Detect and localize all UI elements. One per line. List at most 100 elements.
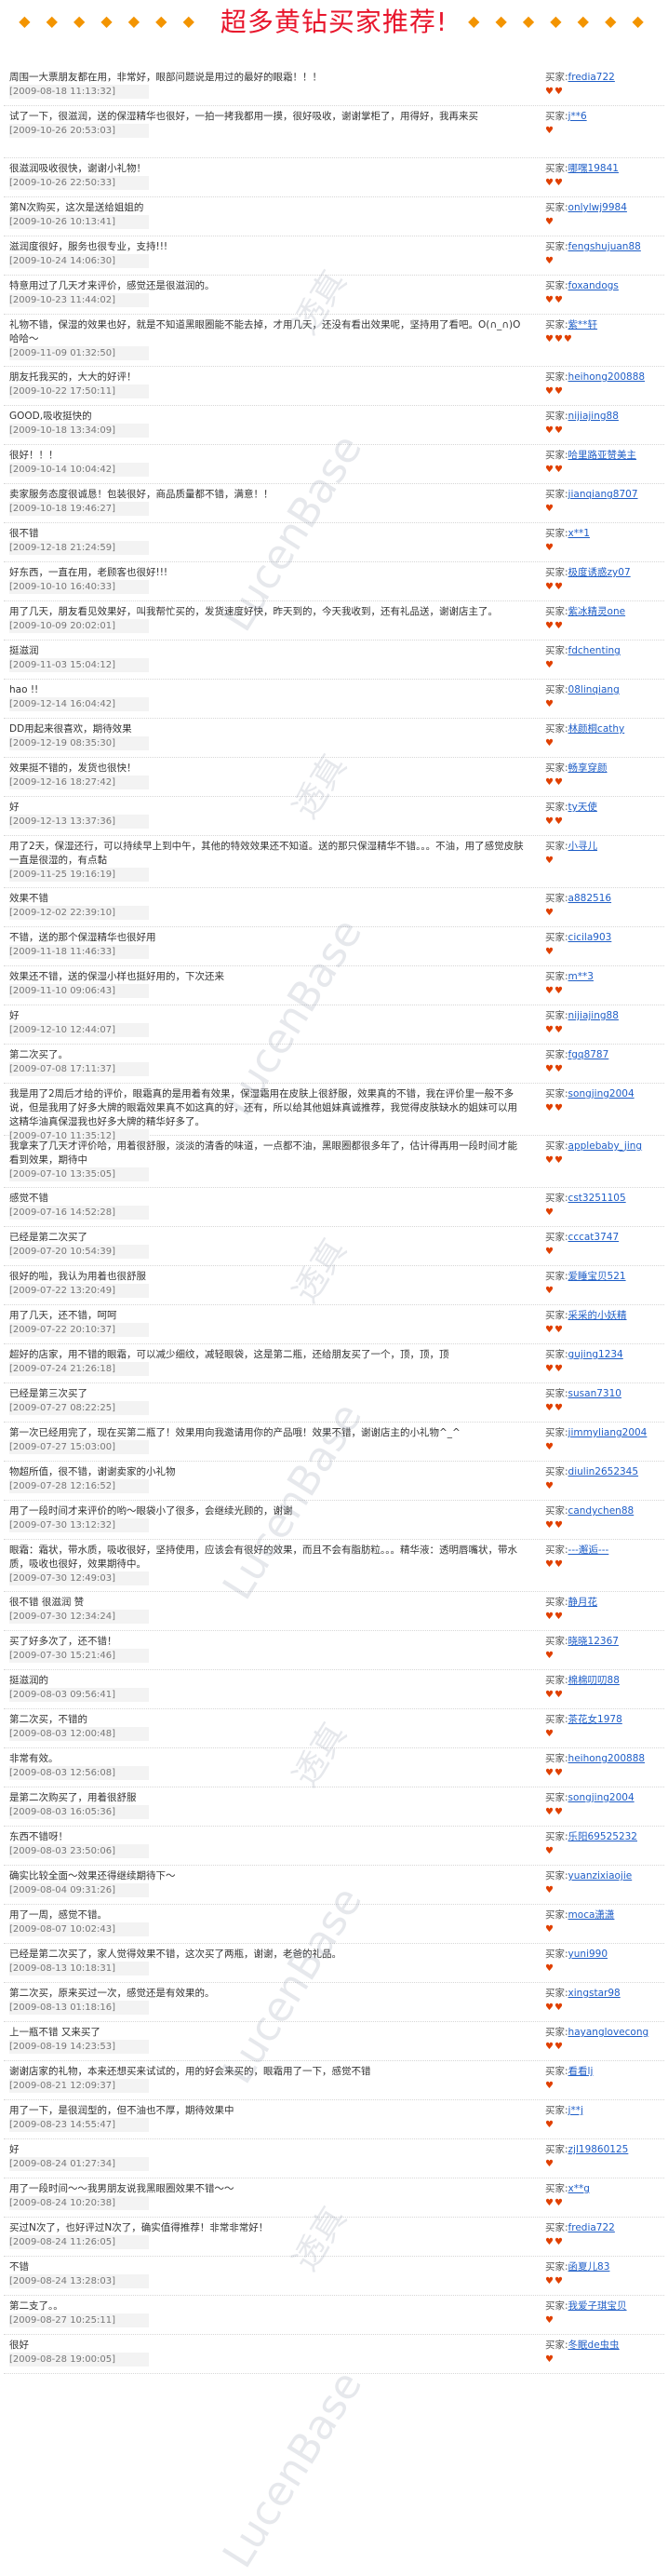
review-text: 谢谢店家的礼物，本来还想买来试试的，用的好会来买的，眼霜用了一下，感觉不错 bbox=[9, 2066, 371, 2077]
credit-heart-icon: ♥♥ bbox=[545, 1559, 564, 1570]
buyer-name-link[interactable]: susan7310 bbox=[568, 1388, 621, 1399]
buyer-name-link[interactable]: onlylwj9984 bbox=[568, 202, 627, 213]
buyer-label: 买家: bbox=[545, 528, 568, 539]
review-date: [2009-12-13 13:37:36] bbox=[9, 815, 149, 829]
buyer-name-link[interactable]: songjing2004 bbox=[568, 1088, 635, 1099]
buyer-info: 买家:采采的小妖精 ♥♥ bbox=[545, 1309, 664, 1337]
buyer-name-link[interactable]: 哪嘿19841 bbox=[568, 163, 619, 174]
buyer-name-link[interactable]: 晓晓12367 bbox=[568, 1636, 619, 1647]
buyer-name-link[interactable]: yuanzixiaojie bbox=[568, 1870, 633, 1881]
buyer-info: 买家:静月花 ♥♥ bbox=[545, 1596, 664, 1624]
buyer-name-link[interactable]: 林颜桐cathy bbox=[568, 723, 625, 735]
review-date: [2009-08-18 11:13:32] bbox=[9, 85, 149, 99]
buyer-name-link[interactable]: 棉棉叨叨88 bbox=[568, 1675, 620, 1686]
buyer-name-link[interactable]: fgq8787 bbox=[568, 1049, 609, 1060]
buyer-name-link[interactable]: hayanglovecong bbox=[568, 2027, 649, 2038]
review-text: 礼物不错，保湿的效果也好，就是不知道黑眼圈能不能去掉，才用几天，还没有看出效果呢… bbox=[9, 319, 521, 344]
buyer-name-link[interactable]: candychen88 bbox=[568, 1505, 635, 1517]
review-text: 挺滋润 bbox=[9, 645, 39, 656]
review-comment: 不错 [2009-08-24 13:28:03] bbox=[9, 2260, 526, 2288]
buyer-name-link[interactable]: zjl19860125 bbox=[568, 2144, 629, 2155]
credit-heart-icon: ♥♥ bbox=[545, 2042, 564, 2052]
buyer-name-link[interactable]: 采采的小妖精 bbox=[568, 1310, 627, 1321]
buyer-name-link[interactable]: 哈里路亚赞美主 bbox=[568, 450, 637, 461]
buyer-name-link[interactable]: 冬眠de虫虫 bbox=[568, 2340, 620, 2351]
buyer-name-link[interactable]: 爱睡宝贝521 bbox=[568, 1271, 626, 1282]
buyer-name-link[interactable]: 畅享穿颜 bbox=[568, 762, 608, 774]
buyer-name-link[interactable]: ---邂逅--- bbox=[568, 1544, 609, 1556]
review-date: [2009-08-24 13:28:03] bbox=[9, 2274, 149, 2288]
buyer-name-link[interactable]: j**j bbox=[568, 2105, 583, 2116]
buyer-name-link[interactable]: cccat3747 bbox=[568, 1232, 620, 1243]
buyer-name-link[interactable]: jianqiang8707 bbox=[568, 489, 638, 500]
buyer-name-link[interactable]: m**3 bbox=[568, 971, 594, 982]
review-date: [2009-12-02 22:39:10] bbox=[9, 906, 149, 920]
buyer-name-link[interactable]: songjing2004 bbox=[568, 1792, 635, 1803]
buyer-name-link[interactable]: nijiajing88 bbox=[568, 411, 619, 422]
buyer-name-link[interactable]: 乐阳69525232 bbox=[568, 1831, 637, 1842]
buyer-name-link[interactable]: 紫冰精灵one bbox=[568, 606, 626, 617]
buyer-name-link[interactable]: x**g bbox=[568, 2183, 590, 2194]
buyer-name-link[interactable]: ty天使 bbox=[568, 802, 597, 813]
buyer-name-link[interactable]: fengshujuan88 bbox=[568, 241, 641, 252]
buyer-name-link[interactable]: 函夏儿83 bbox=[568, 2261, 610, 2273]
buyer-label: 买家: bbox=[545, 2261, 568, 2273]
buyer-label: 买家: bbox=[545, 1870, 568, 1881]
buyer-name-link[interactable]: diulin2652345 bbox=[568, 1466, 639, 1477]
credit-heart-icon: ♥♥ bbox=[545, 1520, 564, 1531]
review-date: [2009-07-16 14:52:28] bbox=[9, 1206, 149, 1220]
review-date: [2009-08-24 11:26:05] bbox=[9, 2235, 149, 2249]
buyer-name-link[interactable]: j**6 bbox=[568, 111, 587, 122]
buyer-name-link[interactable]: gujing1234 bbox=[568, 1349, 623, 1360]
buyer-info: 买家:x**g ♥♥ bbox=[545, 2182, 664, 2210]
buyer-name-link[interactable]: a882516 bbox=[568, 893, 612, 904]
buyer-info: 买家:yuni990 ♥ bbox=[545, 1948, 664, 1976]
review-date: [2009-10-22 17:50:11] bbox=[9, 384, 149, 398]
buyer-name-link[interactable]: cst3251105 bbox=[568, 1193, 626, 1204]
credit-heart-icon: ♥ bbox=[545, 1885, 554, 1895]
buyer-name-link[interactable]: 小寻儿 bbox=[568, 841, 598, 852]
review-date: [2009-11-09 01:32:50] bbox=[9, 346, 149, 360]
review-date: [2009-11-03 15:04:12] bbox=[9, 658, 149, 672]
buyer-name-link[interactable]: 紫**轩 bbox=[568, 319, 598, 330]
buyer-info: 买家:fredia722 ♥♥ bbox=[545, 71, 664, 99]
buyer-name-link[interactable]: moca潇潇 bbox=[568, 1909, 615, 1921]
buyer-name-link[interactable]: 茶花女1978 bbox=[568, 1714, 622, 1725]
credit-heart-icon: ♥ bbox=[545, 1481, 554, 1491]
review-date: [2009-11-18 11:46:33] bbox=[9, 945, 149, 959]
buyer-name-link[interactable]: 极度诱惑zy07 bbox=[568, 567, 631, 578]
buyer-label: 买家: bbox=[545, 802, 568, 813]
buyer-name-link[interactable]: yuni990 bbox=[568, 1949, 608, 1960]
buyer-name-link[interactable]: nijiajing88 bbox=[568, 1010, 619, 1021]
review-text: 上一瓶不错 又来买了 bbox=[9, 2027, 100, 2038]
buyer-label: 买家: bbox=[545, 1349, 568, 1360]
review-comment: DD用起来很喜欢，期待效果 [2009-12-19 08:35:30] bbox=[9, 722, 526, 750]
buyer-name-link[interactable]: cicila903 bbox=[568, 932, 612, 943]
buyer-name-link[interactable]: 看看lj bbox=[568, 2066, 594, 2077]
buyer-name-link[interactable]: fredia722 bbox=[568, 2222, 615, 2233]
buyer-label: 买家: bbox=[545, 684, 568, 695]
buyer-name-link[interactable]: heihong200888 bbox=[568, 371, 646, 383]
review-text: 我是用了2周后才给的评价，眼霜真的是用着有效果，保湿霜用在皮肤上很舒服，效果真的… bbox=[9, 1088, 517, 1127]
credit-heart-icon: ♥♥ bbox=[545, 1690, 564, 1700]
buyer-info: 买家:畅享穿颜 ♥♥ bbox=[545, 762, 664, 789]
buyer-name-link[interactable]: xingstar98 bbox=[568, 1988, 621, 1999]
buyer-name-link[interactable]: x**1 bbox=[568, 528, 590, 539]
buyer-name-link[interactable]: 静月花 bbox=[568, 1597, 598, 1608]
buyer-label: 买家: bbox=[545, 1949, 568, 1960]
buyer-name-link[interactable]: jimmyliang2004 bbox=[568, 1427, 648, 1438]
buyer-name-link[interactable]: foxandogs bbox=[568, 280, 619, 291]
review-row: 很不错 很滋润 赞 [2009-07-30 12:34:24] 买家:静月花 ♥♥ bbox=[4, 1592, 664, 1631]
buyer-label: 买家: bbox=[545, 163, 568, 174]
buyer-name-link[interactable]: fdchenting bbox=[568, 645, 621, 656]
review-text: 周围一大票朋友都在用，非常好，眼部问题说是用过的最好的眼霜！！！ bbox=[9, 72, 322, 83]
buyer-name-link[interactable]: fredia722 bbox=[568, 72, 615, 83]
review-row: 确实比较全面～效果还得继续期待下～ [2009-08-04 09:31:26] 买家… bbox=[4, 1866, 664, 1905]
credit-heart-icon: ♥♥ bbox=[545, 816, 564, 827]
review-date: [2009-12-16 18:27:42] bbox=[9, 775, 149, 789]
buyer-name-link[interactable]: 08linqiang bbox=[568, 684, 620, 695]
buyer-name-link[interactable]: heihong200888 bbox=[568, 1753, 646, 1764]
review-comment: 好 [2009-12-13 13:37:36] bbox=[9, 801, 526, 829]
buyer-name-link[interactable]: applebaby_jing bbox=[568, 1140, 643, 1152]
buyer-name-link[interactable]: 我爱子琪宝贝 bbox=[568, 2300, 627, 2312]
